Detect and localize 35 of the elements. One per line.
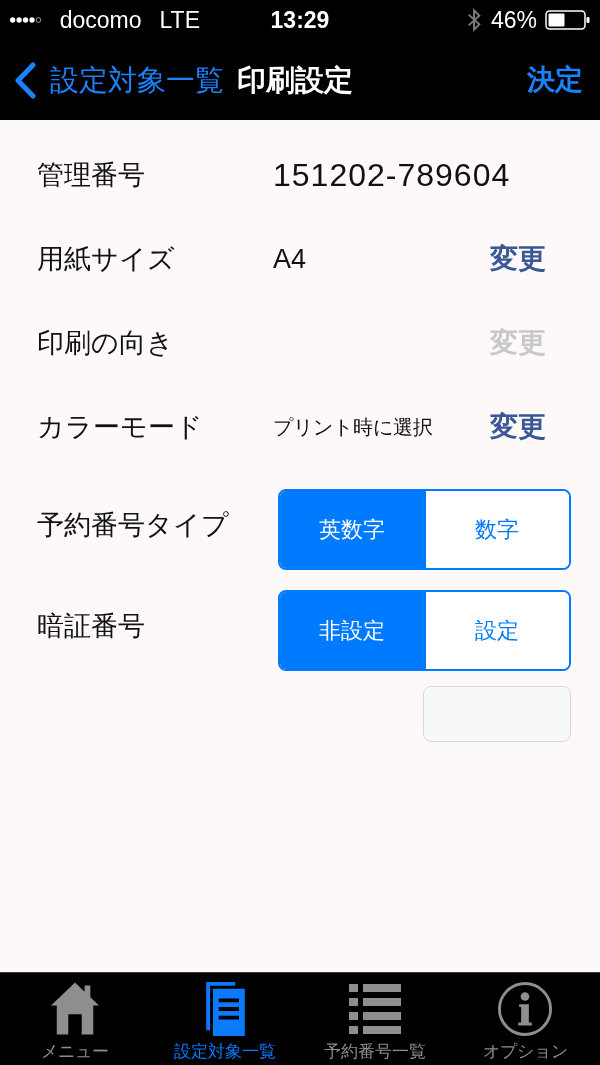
setting-value: プリント時に選択	[273, 415, 433, 440]
setting-label: 用紙サイズ	[37, 242, 176, 276]
setting-label: カラーモード	[37, 410, 204, 444]
tab-item[interactable]: 設定対象一覧	[150, 973, 300, 1065]
setting-label: 暗証番号	[37, 610, 145, 644]
bluetooth-icon	[466, 8, 481, 32]
tab-item[interactable]: オプション	[450, 973, 600, 1065]
setting-value: A4	[273, 242, 307, 276]
battery-icon	[545, 10, 590, 30]
segment-option[interactable]: 設定	[423, 592, 569, 669]
change-button[interactable]: 変更	[490, 413, 546, 441]
done-button[interactable]: 決定	[527, 66, 583, 94]
nav-title: 印刷設定	[237, 65, 353, 95]
info-icon	[498, 981, 552, 1036]
battery-percentage: 46%	[490, 8, 537, 32]
tab-item[interactable]: メニュー	[0, 973, 150, 1065]
setting-label: 管理番号	[37, 158, 146, 192]
chevron-left-icon	[15, 61, 36, 99]
carrier-name: docomo	[59, 8, 142, 32]
network-type: LTE	[159, 8, 200, 32]
segment-option[interactable]: 英数字	[280, 491, 424, 568]
documents-icon	[205, 981, 245, 1036]
list-icon	[349, 983, 401, 1034]
setting-label: 予約番号タイプ	[37, 509, 229, 543]
setting-label: 印刷の向き	[37, 326, 175, 360]
segment-option[interactable]: 非設定	[280, 592, 424, 669]
segment-option[interactable]: 数字	[423, 491, 569, 568]
house-icon	[51, 982, 99, 1035]
setting-value: 151202-789604	[273, 156, 511, 195]
back-button[interactable]: 設定対象一覧	[15, 61, 224, 99]
tab-item[interactable]: 予約番号一覧	[300, 973, 450, 1065]
change-button[interactable]: 変更	[490, 245, 546, 273]
status-time: 13:29	[270, 8, 330, 32]
input-field[interactable]	[423, 686, 571, 742]
signal-icon	[10, 15, 42, 25]
